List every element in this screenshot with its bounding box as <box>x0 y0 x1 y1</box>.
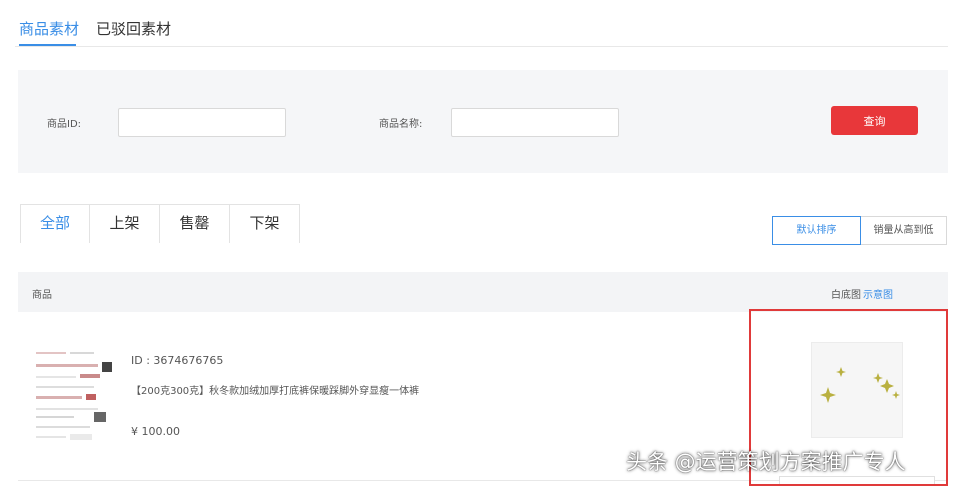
product-thumbnail[interactable] <box>36 348 142 448</box>
search-button[interactable]: 查询 <box>831 106 918 135</box>
tab-all[interactable]: 全部 <box>20 205 90 243</box>
product-price: ¥ 100.00 <box>131 425 180 438</box>
product-id-label: 商品ID: <box>47 119 82 130</box>
watermark-text: 头条 @运营策划方案推广专人 <box>626 450 906 474</box>
tabs-divider <box>15 46 948 47</box>
table-header: 商品 白底图 示意图 <box>18 272 948 312</box>
tab-off-shelf[interactable]: 下架 <box>230 205 300 243</box>
sort-sales-desc-button[interactable]: 销量从高到低 <box>861 216 947 245</box>
column-white-bg: 白底图 示意图 <box>831 286 893 301</box>
sort-group: 默认排序 销量从高到低 <box>772 216 947 245</box>
column-product: 商品 <box>32 290 52 301</box>
material-tabs: 商品素材 已驳回素材 <box>0 0 960 52</box>
product-id: ID : 3674676765 <box>131 354 224 367</box>
tab-rejected-material[interactable]: 已驳回素材 <box>96 18 171 39</box>
sort-default-button[interactable]: 默认排序 <box>772 216 861 245</box>
tab-product-material[interactable]: 商品素材 <box>19 18 79 39</box>
product-id-input[interactable] <box>118 108 286 137</box>
tab-on-shelf[interactable]: 上架 <box>90 205 160 243</box>
product-name-label: 商品名称: <box>379 119 423 130</box>
product-name-input[interactable] <box>451 108 619 137</box>
white-bg-label: 白底图 <box>831 290 861 301</box>
search-panel: 商品ID: 商品名称: 查询 <box>18 70 948 173</box>
tab-sold-out[interactable]: 售罄 <box>160 205 230 243</box>
product-title[interactable]: 【200克300克】秋冬款加绒加厚打底裤保暖踩脚外穿显瘦一体裤 <box>131 382 419 397</box>
status-tabs: 全部 上架 售罄 下架 <box>20 204 300 243</box>
example-image-link[interactable]: 示意图 <box>863 290 893 301</box>
